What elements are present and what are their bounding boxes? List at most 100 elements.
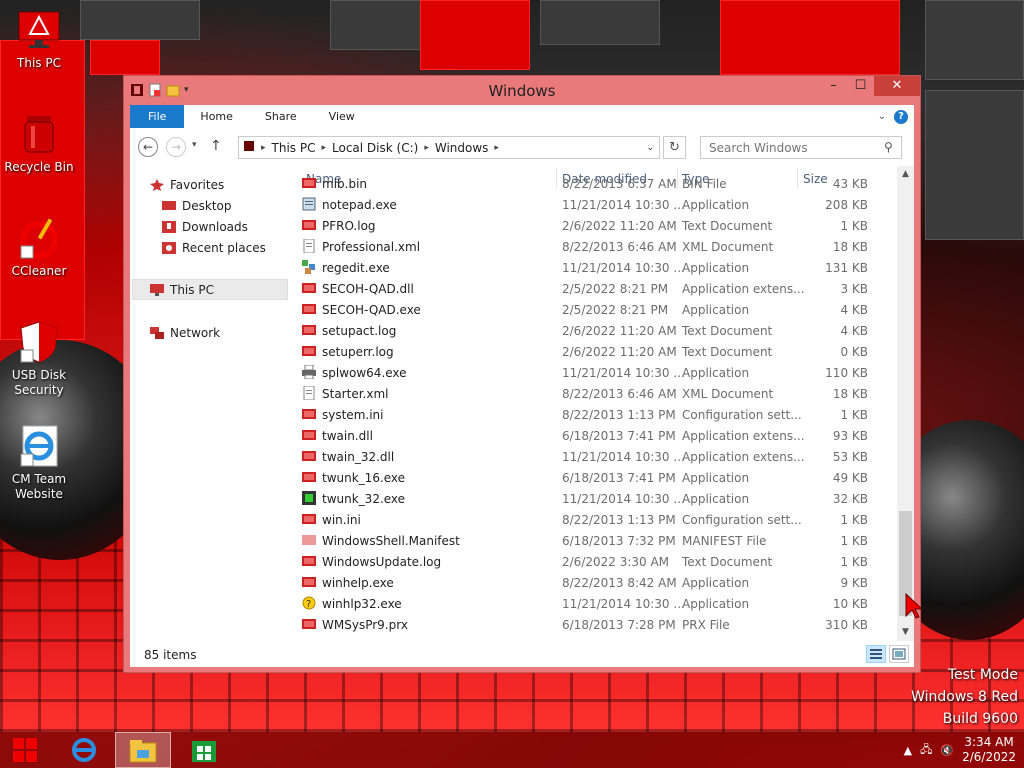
file-date: 11/21/2014 10:30 ... [562,450,685,464]
help-icon[interactable]: ? [894,109,908,124]
desktop-icon-cm-team-website[interactable]: CM Team Website [4,424,74,502]
breadcrumb-local-disk[interactable]: Local Disk (C:) [326,141,424,155]
file-row[interactable]: Starter.xml 8/22/2013 6:46 AM XML Document… [300,383,890,404]
file-row[interactable]: setupact.log 2/6/2022 11:20 AM Text Docume… [300,320,890,341]
search-input[interactable] [700,136,902,159]
file-name: SECOH-QAD.exe [322,303,421,317]
file-type: MANIFEST File [682,534,767,548]
volume-muted-icon[interactable]: 🔇 [940,744,954,757]
file-row[interactable]: SECOH-QAD.exe 2/5/2022 8:21 PM Application… [300,299,890,320]
watermark-line: Test Mode [947,667,1018,683]
scroll-down-icon[interactable]: ▼ [897,624,914,641]
tab-share[interactable]: Share [249,105,313,128]
file-row[interactable]: notepad.exe 11/21/2014 10:30 ... Applicati… [300,194,890,215]
scroll-up-icon[interactable]: ▲ [897,166,914,183]
file-row[interactable]: regedit.exe 11/21/2014 10:30 ... Applicati… [300,257,890,278]
file-icon [302,323,316,337]
address-dropdown-icon[interactable]: ⌄ [641,143,659,153]
file-row[interactable]: PFRO.log 2/6/2022 11:20 AM Text Document 1 … [300,215,890,236]
sort-ascending-icon: ⌃ [425,166,432,172]
tab-home[interactable]: Home [184,105,248,128]
file-row[interactable]: WindowsShell.Manifest 6/18/2013 7:32 PM MA… [300,530,890,551]
clock[interactable]: 3:34 AM 2/6/2022 [962,735,1016,765]
title-bar[interactable]: ▾ Windows – ☐ ✕ [124,76,920,105]
nav-this-pc[interactable]: This PC [132,279,288,300]
file-row[interactable]: SECOH-QAD.dll 2/5/2022 8:21 PM Application… [300,278,890,299]
desktop-icon-ccleaner[interactable]: CCleaner [4,216,74,279]
file-date: 6/18/2013 7:41 PM [562,429,676,443]
wallpaper-tile [420,0,530,70]
desktop-icon-recycle-bin[interactable]: Recycle Bin [4,112,74,175]
monitor-icon [17,8,61,52]
file-date: 11/21/2014 10:30 ... [562,492,685,506]
nav-network[interactable]: Network [150,326,220,340]
file-row[interactable]: mib.bin 8/22/2013 6:37 AM BIN File 43 KB [300,173,890,194]
wallpaper-tile [90,40,160,75]
file-date: 8/22/2013 1:13 PM [562,513,676,527]
minimize-button[interactable]: – [820,76,847,96]
file-type: Text Document [682,345,773,359]
file-row[interactable]: win.ini 8/22/2013 1:13 PM Configuration se… [300,509,890,530]
breadcrumb-this-pc[interactable]: This PC [266,141,322,155]
file-size: 1 KB [840,408,868,422]
nav-recent-places[interactable]: Recent places [162,241,266,255]
file-row[interactable]: system.ini 8/22/2013 1:13 PM Configuration… [300,404,890,425]
file-name: Starter.xml [322,387,389,401]
refresh-button[interactable]: ↻ [663,136,686,159]
file-name: setupact.log [322,324,397,338]
file-date: 2/6/2022 11:20 AM [562,324,677,338]
file-row[interactable]: WindowsUpdate.log 2/6/2022 3:30 AM Text Do… [300,551,890,572]
file-row[interactable]: splwow64.exe 11/21/2014 10:30 ... Applicat… [300,362,890,383]
file-row[interactable]: twunk_32.exe 11/21/2014 10:30 ... Applicat… [300,488,890,509]
breadcrumb-separator-icon[interactable]: ▸ [494,143,499,153]
desktop-icon-this-pc[interactable]: This PC [4,8,74,71]
file-row[interactable]: twunk_16.exe 6/18/2013 7:41 PM Application… [300,467,890,488]
file-row[interactable]: Professional.xml 8/22/2013 6:46 AM XML Doc… [300,236,890,257]
up-button[interactable]: ↑ [210,138,222,154]
nav-downloads[interactable]: Downloads [162,220,248,234]
close-button[interactable]: ✕ [874,76,920,96]
file-date: 8/22/2013 6:46 AM [562,240,677,254]
search-icon[interactable]: ⚲ [884,140,893,154]
content-area: Favorites Desktop Downloads Recent place… [130,166,914,641]
start-button[interactable] [0,732,50,768]
tab-view[interactable]: View [313,105,371,128]
file-date: 11/21/2014 10:30 ... [562,261,685,275]
breadcrumb-separator-icon[interactable]: ▸ [255,143,266,153]
taskbar-store[interactable] [176,732,232,768]
back-button[interactable]: ← [138,137,158,157]
desktop-icon-usb-disk-security[interactable]: USB Disk Security [4,320,74,398]
address-bar[interactable]: ▸ This PC ▸ Local Disk (C:) ▸ Windows ▸ … [238,136,660,159]
file-row[interactable]: twain_32.dll 11/21/2014 10:30 ... Applicat… [300,446,890,467]
file-row[interactable]: ? winhlp32.exe 11/21/2014 10:30 ... Applica… [300,593,890,614]
forward-button[interactable]: → [166,137,186,157]
wallpaper-tile [540,0,660,45]
recent-locations-icon[interactable]: ▾ [192,140,197,150]
tab-file[interactable]: File [130,105,185,128]
file-size: 10 KB [832,597,868,611]
nav-label: Recent places [182,241,266,255]
file-name: mib.bin [322,177,368,191]
details-view-button[interactable] [866,645,886,663]
maximize-button[interactable]: ☐ [847,76,874,96]
taskbar-internet-explorer[interactable] [56,732,112,768]
expand-ribbon-icon[interactable]: ⌄ [878,111,886,122]
file-date: 6/18/2013 7:41 PM [562,471,676,485]
downloads-icon [162,221,176,233]
nav-desktop[interactable]: Desktop [162,199,232,213]
nav-favorites[interactable]: Favorites [150,178,224,192]
file-size: 49 KB [832,471,868,485]
file-size: 110 KB [825,366,868,380]
file-row[interactable]: setuperr.log 2/6/2022 11:20 AM Text Docume… [300,341,890,362]
vertical-scrollbar[interactable]: ▲ ▼ [897,166,914,641]
show-hidden-icons-icon[interactable]: ▲ [904,744,912,757]
breadcrumb-windows[interactable]: Windows [429,141,495,155]
file-row[interactable]: WMSysPr9.prx 6/18/2013 7:28 PM PRX File 310… [300,614,890,635]
taskbar-file-explorer[interactable] [115,732,171,768]
network-icon[interactable]: 🖧 [920,741,932,760]
file-date: 11/21/2014 10:30 ... [562,366,685,380]
file-row[interactable]: twain.dll 6/18/2013 7:41 PM Application ex… [300,425,890,446]
file-type: Application [682,597,750,611]
large-icons-view-button[interactable] [889,645,909,663]
file-row[interactable]: winhelp.exe 8/22/2013 8:42 AM Application 9… [300,572,890,593]
